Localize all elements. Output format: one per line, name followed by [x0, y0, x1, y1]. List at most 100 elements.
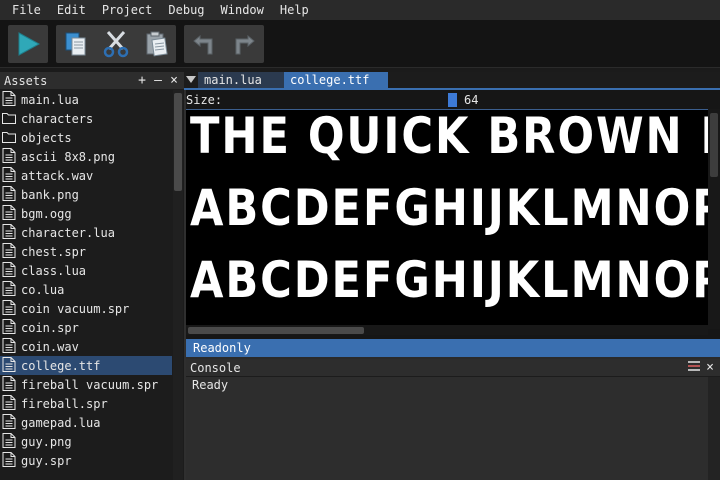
file-icon: [2, 185, 21, 204]
file-icon: [2, 166, 21, 185]
file-icon: [2, 432, 21, 451]
list-item[interactable]: characters: [0, 109, 172, 128]
asset-scrollbar[interactable]: [173, 90, 183, 480]
run-group: [8, 25, 48, 63]
asset-label: chest.spr: [21, 244, 87, 259]
preview-horizontal-scrollbar[interactable]: [186, 325, 708, 335]
preview-line: ABCDEFGHIJKLMNOPQRSTUVWXYZ: [190, 179, 708, 237]
list-item[interactable]: chest.spr: [0, 242, 172, 261]
asset-label: college.ttf: [21, 358, 101, 373]
file-icon: [2, 223, 21, 242]
assets-title: Assets: [4, 73, 48, 88]
file-icon: [2, 242, 21, 261]
asset-label: gamepad.lua: [21, 415, 101, 430]
list-item[interactable]: bgm.ogg: [0, 204, 172, 223]
tab-college-ttf[interactable]: college.ttf: [284, 72, 388, 88]
file-icon: [2, 261, 21, 280]
undo-icon: [193, 34, 213, 55]
copy-icon: [65, 32, 86, 56]
tab-bar: main.lua college.ttf: [184, 72, 720, 90]
preview-vertical-thumb[interactable]: [710, 113, 718, 177]
asset-label: character.lua: [21, 225, 115, 240]
paste-button[interactable]: [136, 25, 176, 63]
paste-icon: [146, 31, 168, 57]
asset-label: fireball vacuum.spr: [21, 377, 159, 392]
scissors-icon: [103, 31, 129, 58]
font-preview: THE QUICK BROWN FOX ABCDEFGHIJKLMNOPQRST…: [186, 109, 708, 329]
asset-label: ascii 8x8.png: [21, 149, 115, 164]
clipboard-group: [56, 25, 176, 63]
list-item[interactable]: guy.spr: [0, 451, 172, 470]
size-row: Size: 64: [186, 91, 720, 109]
run-button[interactable]: [8, 25, 48, 63]
menu-bar: File Edit Project Debug Window Help: [0, 0, 720, 20]
close-icon[interactable]: ×: [166, 72, 182, 89]
file-icon: [2, 147, 21, 166]
list-item[interactable]: gamepad.lua: [0, 413, 172, 432]
status-readonly: Readonly: [193, 341, 251, 355]
asset-label: guy.spr: [21, 453, 72, 468]
list-item[interactable]: class.lua: [0, 261, 172, 280]
asset-label: main.lua: [21, 92, 79, 107]
minimize-icon[interactable]: —: [150, 72, 166, 89]
menu-project[interactable]: Project: [94, 0, 161, 20]
history-group: [184, 25, 264, 63]
undo-button[interactable]: [184, 25, 224, 63]
asset-scrollbar-thumb[interactable]: [174, 93, 182, 191]
menu-file[interactable]: File: [4, 0, 49, 20]
menu-window[interactable]: Window: [213, 0, 272, 20]
redo-button[interactable]: [224, 25, 264, 63]
file-icon: [2, 280, 21, 299]
redo-icon: [235, 34, 255, 55]
menu-help[interactable]: Help: [272, 0, 317, 20]
list-item[interactable]: guy.png: [0, 432, 172, 451]
list-item[interactable]: fireball.spr: [0, 394, 172, 413]
preview-horizontal-thumb[interactable]: [188, 327, 364, 334]
assets-panel: Assets + — × main.lua characters objects as…: [0, 72, 184, 480]
toolbar: [0, 20, 720, 68]
list-item[interactable]: co.lua: [0, 280, 172, 299]
list-item[interactable]: coin vacuum.spr: [0, 299, 172, 318]
file-icon: [2, 413, 21, 432]
console-header: Console ×: [186, 359, 720, 376]
add-icon[interactable]: +: [134, 72, 150, 89]
asset-label: coin.wav: [21, 339, 79, 354]
console-text: Ready: [192, 378, 229, 392]
asset-label: coin.spr: [21, 320, 79, 335]
preview-line: THE QUICK BROWN FOX: [190, 109, 708, 165]
asset-label: characters: [21, 111, 94, 126]
list-item[interactable]: attack.wav: [0, 166, 172, 185]
file-icon: [2, 318, 21, 337]
console-title: Console: [190, 360, 241, 375]
list-item[interactable]: objects: [0, 128, 172, 147]
list-item[interactable]: coin.wav: [0, 337, 172, 356]
menu-debug[interactable]: Debug: [160, 0, 212, 20]
close-icon[interactable]: ×: [702, 359, 718, 376]
list-item[interactable]: fireball vacuum.spr: [0, 375, 172, 394]
copy-button[interactable]: [56, 25, 96, 63]
asset-label: bank.png: [21, 187, 79, 202]
assets-header: Assets + — ×: [0, 72, 184, 89]
list-item[interactable]: college.ttf: [0, 356, 172, 375]
file-icon: [2, 451, 21, 470]
file-icon: [2, 394, 21, 413]
console-vertical-scrollbar[interactable]: [708, 377, 720, 480]
list-item[interactable]: bank.png: [0, 185, 172, 204]
tab-list-dropdown[interactable]: [184, 72, 198, 88]
file-icon: [2, 375, 21, 394]
menu-icon[interactable]: [686, 359, 702, 376]
menu-edit[interactable]: Edit: [49, 0, 94, 20]
list-item[interactable]: main.lua: [0, 90, 172, 109]
file-icon: [2, 90, 21, 109]
list-item[interactable]: coin.spr: [0, 318, 172, 337]
cut-button[interactable]: [96, 25, 136, 63]
file-icon: [2, 356, 21, 375]
size-slider-grab[interactable]: [448, 93, 457, 107]
preview-vertical-scrollbar[interactable]: [708, 109, 720, 329]
list-item[interactable]: ascii 8x8.png: [0, 147, 172, 166]
folder-icon: [2, 129, 21, 147]
asset-label: guy.png: [21, 434, 72, 449]
list-item[interactable]: character.lua: [0, 223, 172, 242]
preview-line: ABCDEFGHIJKLMNOPQRSTUVWXYZ: [190, 251, 708, 309]
tab-main-lua[interactable]: main.lua: [198, 72, 284, 88]
